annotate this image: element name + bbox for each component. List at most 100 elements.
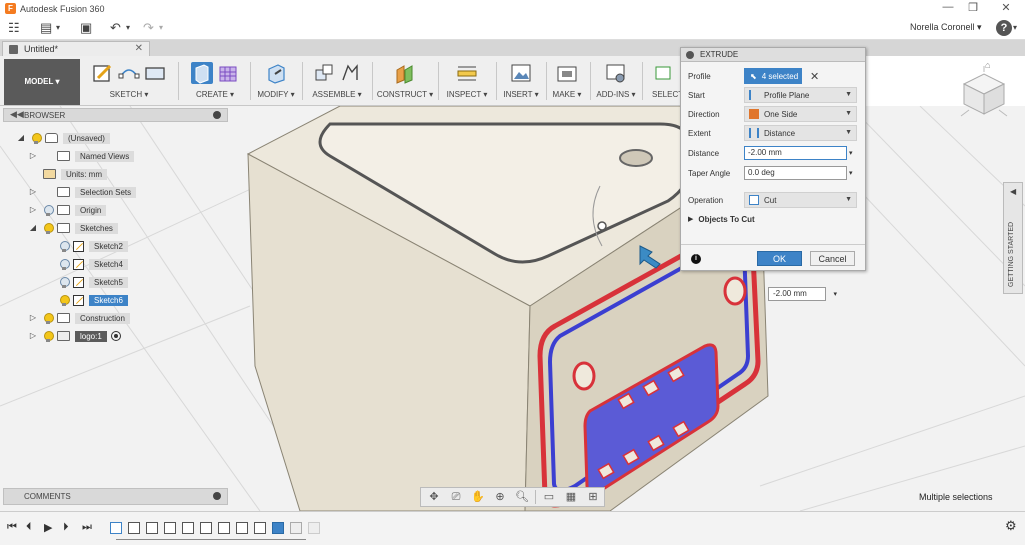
tree-node-construction[interactable]: ▷ Construction [29,311,130,325]
undo-icon[interactable]: ↶ [110,20,121,37]
timeline-feature-pending[interactable] [308,522,320,534]
sketch-group[interactable]: SKETCH ▾ [84,58,174,104]
help-dropdown-icon[interactable]: ▾ [1013,23,1017,40]
make-group[interactable]: MAKE ▾ [548,58,586,104]
collapse-triangle-icon[interactable]: ◢ [17,134,25,142]
timeline-feature-sketch-active[interactable] [272,522,284,534]
add-ins-group[interactable]: ADD-INS ▾ [594,58,638,104]
distance-manipulator-input[interactable]: -2.00 mm ▾ [768,287,837,301]
assemble-menu[interactable]: ASSEMBLE ▾ [306,90,368,99]
comments-panel[interactable]: COMMENTS [3,488,228,505]
create-group[interactable]: CREATE ▾ [184,58,246,104]
timeline-feature-sketch[interactable] [128,522,140,534]
tree-node-sketch4[interactable]: Sketch4 [59,257,128,271]
zoom-window-icon[interactable]: ⊕ [491,490,509,504]
assemble-group[interactable]: ASSEMBLE ▾ [306,58,368,104]
operation-dropdown[interactable]: Cut ▼ [744,192,857,208]
fit-icon[interactable]: 🔍︎ [513,490,531,504]
visibility-bulb-icon[interactable] [43,330,54,342]
modify-group[interactable]: MODIFY ▾ [254,58,298,104]
step-forward-icon[interactable]: ⏵ [63,521,69,534]
home-view-icon[interactable]: ⌂ [985,60,990,70]
visibility-bulb-icon[interactable] [31,132,42,144]
distance-input[interactable]: -2.00 mm [744,146,847,160]
timeline-feature-sketch[interactable] [164,522,176,534]
tree-node-sketch5[interactable]: Sketch5 [59,275,128,289]
make-menu[interactable]: MAKE ▾ [548,90,586,99]
extrude-icon[interactable] [191,62,213,84]
expand-triangle-icon[interactable]: ▷ [29,188,37,196]
view-cube[interactable] [955,62,1013,120]
inspect-menu[interactable]: INSPECT ▾ [442,90,492,99]
offset-plane-icon[interactable] [394,62,416,84]
tree-node-root[interactable]: ◢ (Unsaved) [17,131,110,145]
visibility-bulb-icon[interactable] [59,276,70,288]
cancel-button[interactable]: Cancel [810,251,855,266]
visibility-bulb-icon[interactable] [59,258,70,270]
collapse-triangle-icon[interactable]: ◢ [29,224,37,232]
collapse-panel-icon[interactable]: ◀ [1010,187,1016,196]
step-back-icon[interactable]: ⏴ [26,521,32,534]
construct-menu[interactable]: CONSTRUCT ▾ [376,90,434,99]
orbit-icon[interactable]: ✥ [425,490,443,504]
pan-icon[interactable]: ✋ [469,490,487,504]
chevron-down-icon[interactable]: ▾ [833,289,837,301]
expand-triangle-icon[interactable]: ▶ [688,215,693,223]
create-sketch-icon[interactable] [92,62,114,84]
activate-component-icon[interactable] [110,331,121,341]
workspace-switcher[interactable]: MODEL ▾ [4,59,80,105]
visibility-bulb-icon[interactable] [59,294,70,306]
save-icon[interactable]: ▣ [80,20,92,37]
tree-node-sketches[interactable]: ◢ Sketches [29,221,118,235]
add-ins-menu[interactable]: ADD-INS ▾ [594,90,638,99]
display-settings-icon[interactable]: ▭ [540,490,558,504]
timeline-feature-extrude[interactable] [146,522,158,534]
inspect-group[interactable]: INSPECT ▾ [442,58,492,104]
start-dropdown[interactable]: Profile Plane ▼ [744,87,857,103]
press-pull-icon[interactable] [265,62,287,84]
form-icon[interactable] [217,62,239,84]
visibility-bulb-icon[interactable] [43,222,54,234]
create-menu[interactable]: CREATE ▾ [184,90,246,99]
expand-triangle-icon[interactable]: ▷ [29,206,37,214]
clear-selection-icon[interactable]: ✕ [810,70,819,83]
tree-node-selection-sets[interactable]: ▷ Selection Sets [29,185,137,199]
viewports-icon[interactable]: ⊞ [584,490,602,504]
tree-node-sketch2[interactable]: Sketch2 [59,239,128,253]
data-panel-icon[interactable]: ☷ [8,20,20,37]
tree-node-units[interactable]: Units: mm [43,167,107,181]
timeline-feature-body[interactable] [110,522,122,534]
tree-node-named-views[interactable]: ▷ Named Views [29,149,135,163]
line-icon[interactable] [118,62,140,84]
select-group[interactable]: SELECT [646,58,680,104]
tree-node-origin[interactable]: ▷ Origin [29,203,107,217]
file-menu-icon[interactable]: ▤ [40,20,52,37]
top-hole[interactable] [619,149,653,167]
objects-to-cut-row[interactable]: ▶ Objects To Cut [688,211,755,227]
insert-menu[interactable]: INSERT ▾ [500,90,542,99]
new-component-icon[interactable] [313,62,335,84]
pin-icon[interactable] [213,111,221,119]
taper-dropdown-icon[interactable]: ▾ [849,169,853,177]
add-comment-icon[interactable] [213,492,221,500]
timeline-feature-component[interactable] [254,522,266,534]
construct-group[interactable]: CONSTRUCT ▾ [376,58,434,104]
expand-triangle-icon[interactable]: ▷ [29,152,37,160]
profile-selector[interactable]: ⬉ 4 selected [744,68,802,84]
sketch-menu[interactable]: SKETCH ▾ [84,90,174,99]
joint-icon[interactable] [339,62,361,84]
extrude-dialog-header[interactable]: EXTRUDE [681,48,865,62]
expand-triangle-icon[interactable]: ▷ [29,332,37,340]
timeline-feature-sketch[interactable] [200,522,212,534]
insert-image-icon[interactable] [510,62,532,84]
logo-hole-right[interactable] [723,276,747,306]
select-menu[interactable]: SELECT [646,90,680,99]
redo-dropdown-icon[interactable]: ▾ [159,23,163,40]
expand-triangle-icon[interactable]: ▷ [29,314,37,322]
getting-started-panel[interactable]: ◀ GETTING STARTED [1003,182,1023,294]
timeline-settings-icon[interactable]: ⚙ [1005,518,1017,534]
go-to-start-icon[interactable]: ⏮ [7,521,17,534]
taper-angle-input[interactable]: 0.0 deg [744,166,847,180]
extent-dropdown[interactable]: Distance ▼ [744,125,857,141]
manipulator-handle[interactable] [597,221,607,231]
